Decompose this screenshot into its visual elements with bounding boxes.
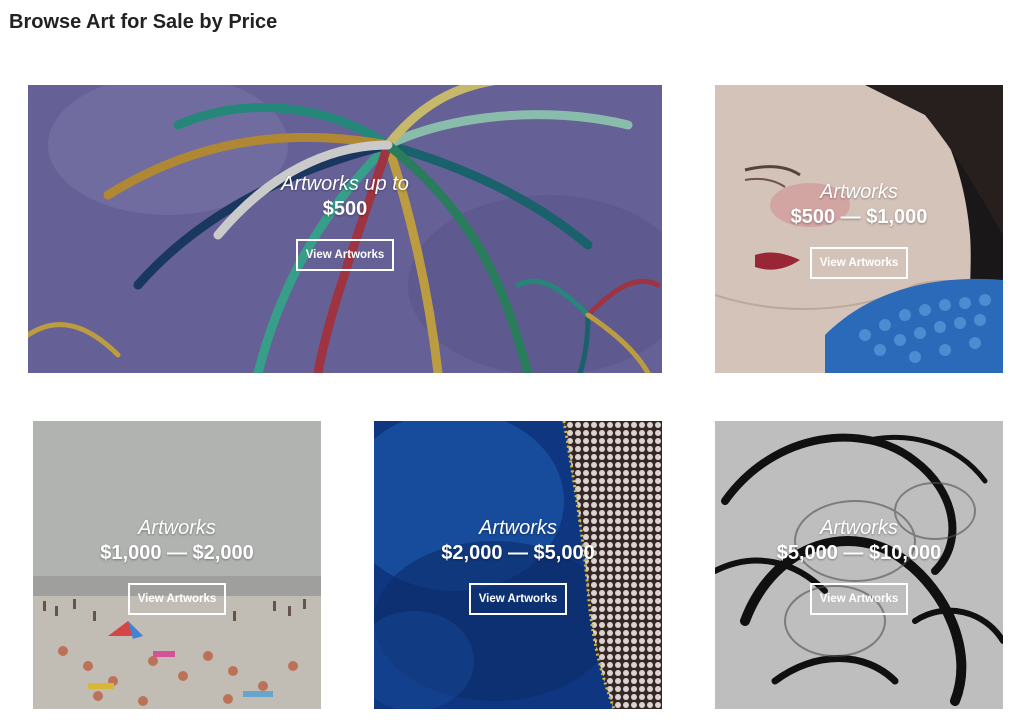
tile-heading: Artworks xyxy=(820,180,898,203)
tile-caption: Artworks $1,000 — $2,000 View Artworks xyxy=(33,421,321,709)
tile-caption: Artworks $5,000 — $10,000 View Artworks xyxy=(715,421,1003,709)
price-tile-up-to-500[interactable]: Artworks up to $500 View Artworks xyxy=(28,85,662,373)
tile-price-range: $500 — $1,000 xyxy=(790,205,928,228)
tile-heading: Artworks xyxy=(820,516,898,539)
view-artworks-button[interactable]: View Artworks xyxy=(295,238,395,271)
tile-heading: Artworks up to xyxy=(281,172,409,195)
price-tile-2000-5000[interactable]: Artworks $2,000 — $5,000 View Artworks xyxy=(374,421,662,709)
view-artworks-button[interactable]: View Artworks xyxy=(809,246,909,279)
tile-heading: Artworks xyxy=(479,516,557,539)
view-artworks-button[interactable]: View Artworks xyxy=(127,582,227,615)
tile-caption: Artworks up to $500 View Artworks xyxy=(28,85,662,365)
price-tile-5000-10000[interactable]: Artworks $5,000 — $10,000 View Artworks xyxy=(715,421,1003,709)
price-tile-500-1000[interactable]: Artworks $500 — $1,000 View Artworks xyxy=(715,85,1003,373)
tile-price-range: $500 xyxy=(322,197,368,220)
tile-caption: Artworks $2,000 — $5,000 View Artworks xyxy=(374,421,662,709)
view-artworks-button[interactable]: View Artworks xyxy=(468,582,568,615)
price-tile-1000-2000[interactable]: Artworks $1,000 — $2,000 View Artworks xyxy=(33,421,321,709)
page-title: Browse Art for Sale by Price xyxy=(9,11,278,33)
view-artworks-button[interactable]: View Artworks xyxy=(809,582,909,615)
tile-heading: Artworks xyxy=(138,516,216,539)
tile-caption: Artworks $500 — $1,000 View Artworks xyxy=(715,85,1003,373)
tile-price-range: $2,000 — $5,000 xyxy=(441,541,595,564)
tile-price-range: $5,000 — $10,000 xyxy=(776,541,942,564)
tile-price-range: $1,000 — $2,000 xyxy=(100,541,254,564)
